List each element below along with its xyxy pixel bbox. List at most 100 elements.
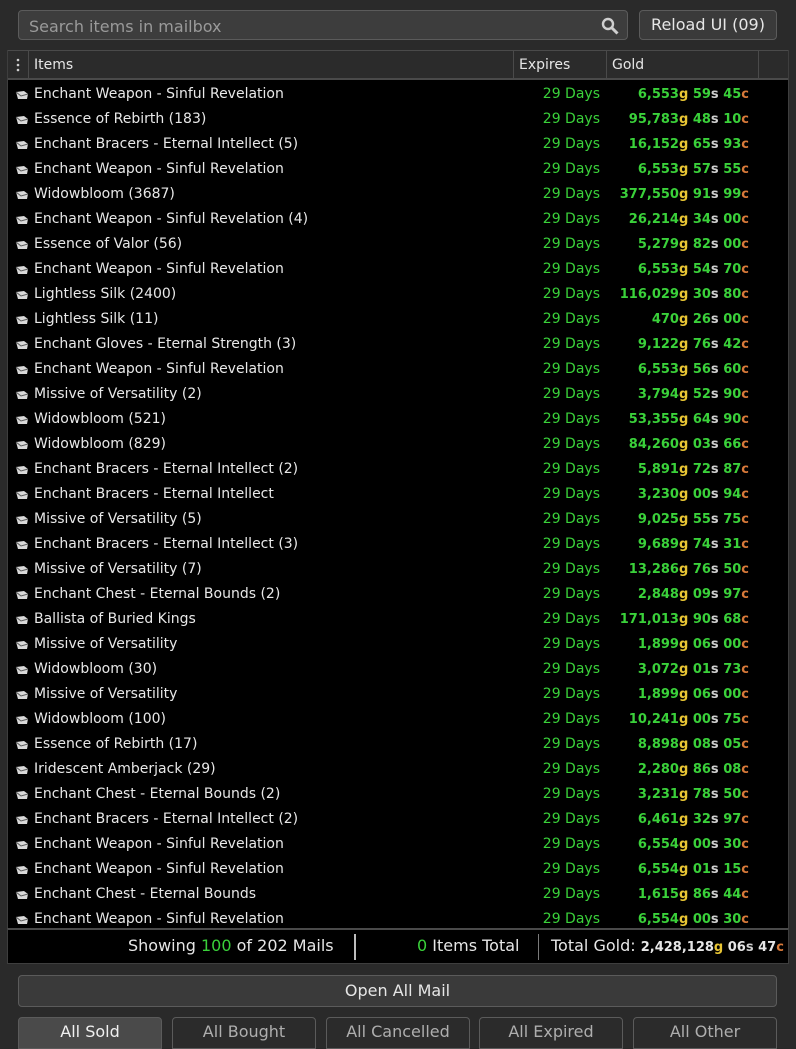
item-rows: Enchant Weapon - Sinful Revelation 29 Day… — [8, 82, 788, 928]
copper-unit: c — [741, 312, 749, 327]
table-row[interactable]: Enchant Weapon - Sinful Revelation 29 Day… — [8, 157, 788, 182]
gold-amount: 6,554 — [637, 837, 679, 852]
silver-amount: 86 — [692, 762, 711, 777]
copper-amount: 80 — [723, 287, 742, 302]
item-gold: 5,279g 82s 00c — [606, 232, 749, 257]
item-expires: 29 Days — [542, 661, 600, 677]
table-row[interactable]: Widowbloom (829) 29 Days 84,260g 03s 66c — [8, 432, 788, 457]
open-all-mail-button[interactable]: Open All Mail — [18, 975, 777, 1007]
gold-unit: g — [678, 162, 689, 177]
copper-unit: c — [741, 737, 749, 752]
item-expires: 29 Days — [542, 486, 600, 502]
showing-suffix: of 202 Mails — [231, 936, 334, 955]
copper-amount: 44 — [723, 887, 742, 902]
table-row[interactable]: Widowbloom (3687) 29 Days 377,550g 91s 99c — [8, 182, 788, 207]
column-header-items[interactable]: Items — [29, 51, 514, 79]
table-row[interactable]: Enchant Bracers - Eternal Intellect (2) 2… — [8, 457, 788, 482]
gold-unit: g — [678, 487, 689, 502]
copper-amount: 99 — [723, 187, 742, 202]
gold-amount: 3,231 — [637, 787, 679, 802]
gold-amount: 9,025 — [637, 512, 679, 527]
search-icon[interactable] — [601, 17, 619, 35]
copper-amount: 66 — [723, 437, 742, 452]
silver-unit: s — [710, 87, 719, 102]
silver-amount: 06 — [692, 687, 711, 702]
copper-unit: c — [741, 662, 749, 677]
tab-all-expired[interactable]: All Expired — [479, 1017, 623, 1049]
copper-unit: c — [741, 537, 749, 552]
table-row[interactable]: Enchant Bracers - Eternal Intellect 29 Da… — [8, 482, 788, 507]
mail-icon — [15, 766, 29, 774]
column-menu-button[interactable] — [8, 51, 29, 79]
table-row[interactable]: Enchant Bracers - Eternal Intellect (3) 2… — [8, 532, 788, 557]
copper-unit: c — [741, 787, 749, 802]
search-input[interactable] — [29, 15, 589, 37]
item-gold: 6,554g 00s 30c — [606, 907, 749, 928]
items-total-count: 0 — [417, 936, 428, 955]
table-row[interactable]: Enchant Weapon - Sinful Revelation 29 Day… — [8, 357, 788, 382]
tab-all-cancelled[interactable]: All Cancelled — [326, 1017, 470, 1049]
table-row[interactable]: Enchant Weapon - Sinful Revelation 29 Day… — [8, 832, 788, 857]
table-row[interactable]: Widowbloom (30) 29 Days 3,072g 01s 73c — [8, 657, 788, 682]
table-row[interactable]: Enchant Chest - Eternal Bounds 29 Days 1,6… — [8, 882, 788, 907]
reload-ui-button[interactable]: Reload UI (09) — [639, 10, 777, 40]
table-row[interactable]: Essence of Rebirth (183) 29 Days 95,783g 4… — [8, 107, 788, 132]
item-gold: 10,241g 00s 75c — [606, 707, 749, 732]
copper-amount: 73 — [723, 662, 742, 677]
copper-amount: 87 — [723, 462, 742, 477]
item-name: Enchant Weapon - Sinful Revelation — [34, 861, 284, 877]
table-row[interactable]: Enchant Weapon - Sinful Revelation 29 Day… — [8, 257, 788, 282]
table-row[interactable]: Iridescent Amberjack (29) 29 Days 2,280g 8… — [8, 757, 788, 782]
silver-amount: 59 — [692, 87, 711, 102]
tab-all-other[interactable]: All Other — [633, 1017, 777, 1049]
item-name: Missive of Versatility — [34, 636, 178, 652]
table-row[interactable]: Widowbloom (100) 29 Days 10,241g 00s 75c — [8, 707, 788, 732]
gold-unit: g — [678, 87, 689, 102]
mail-icon — [15, 866, 29, 874]
item-expires: 29 Days — [542, 586, 600, 602]
table-row[interactable]: Missive of Versatility (2) 29 Days 3,794g … — [8, 382, 788, 407]
silver-unit: s — [710, 162, 719, 177]
table-row[interactable]: Enchant Chest - Eternal Bounds (2) 29 Day… — [8, 582, 788, 607]
tab-all-bought[interactable]: All Bought — [172, 1017, 316, 1049]
silver-amount: 52 — [692, 387, 711, 402]
showing-prefix: Showing — [128, 936, 201, 955]
table-row[interactable]: Essence of Rebirth (17) 29 Days 8,898g 08s… — [8, 732, 788, 757]
copper-amount: 50 — [723, 787, 742, 802]
table-row[interactable]: Enchant Weapon - Sinful Revelation 29 Day… — [8, 82, 788, 107]
gold-amount: 2,280 — [637, 762, 679, 777]
table-row[interactable]: Enchant Bracers - Eternal Intellect (2) 2… — [8, 807, 788, 832]
table-row[interactable]: Enchant Weapon - Sinful Revelation 29 Day… — [8, 857, 788, 882]
item-expires: 29 Days — [542, 761, 600, 777]
silver-amount: 56 — [692, 362, 711, 377]
table-row[interactable]: Missive of Versatility (7) 29 Days 13,286g… — [8, 557, 788, 582]
table-row[interactable]: Enchant Gloves - Eternal Strength (3) 29 … — [8, 332, 788, 357]
table-row[interactable]: Enchant Chest - Eternal Bounds (2) 29 Day… — [8, 782, 788, 807]
table-row[interactable]: Enchant Bracers - Eternal Intellect (5) 2… — [8, 132, 788, 157]
silver-unit: s — [710, 812, 719, 827]
gold-amount: 6,554 — [637, 862, 679, 877]
search-box[interactable] — [18, 10, 628, 40]
table-row[interactable]: Lightless Silk (11) 29 Days 470g 26s 00c — [8, 307, 788, 332]
copper-unit: c — [776, 940, 784, 955]
table-header: Items Expires Gold — [8, 50, 788, 80]
copper-amount: 00 — [723, 637, 742, 652]
divider — [354, 934, 356, 960]
column-header-expires[interactable]: Expires — [514, 51, 607, 79]
copper-amount: 90 — [723, 387, 742, 402]
table-row[interactable]: Missive of Versatility 29 Days 1,899g 06s … — [8, 682, 788, 707]
table-row[interactable]: Widowbloom (521) 29 Days 53,355g 64s 90c — [8, 407, 788, 432]
table-row[interactable]: Lightless Silk (2400) 29 Days 116,029g 30s… — [8, 282, 788, 307]
table-row[interactable]: Essence of Valor (56) 29 Days 5,279g 82s 0… — [8, 232, 788, 257]
column-header-gold[interactable]: Gold — [607, 51, 759, 79]
table-row[interactable]: Enchant Weapon - Sinful Revelation (4) 29… — [8, 207, 788, 232]
silver-amount: 06 — [692, 637, 711, 652]
table-row[interactable]: Enchant Weapon - Sinful Revelation 29 Day… — [8, 907, 788, 928]
tab-all-sold[interactable]: All Sold — [18, 1017, 162, 1049]
table-row[interactable]: Ballista of Buried Kings 29 Days 171,013g … — [8, 607, 788, 632]
mail-icon — [15, 416, 29, 424]
table-row[interactable]: Missive of Versatility (5) 29 Days 9,025g … — [8, 507, 788, 532]
copper-unit: c — [741, 887, 749, 902]
table-row[interactable]: Missive of Versatility 29 Days 1,899g 06s … — [8, 632, 788, 657]
silver-amount: 48 — [692, 112, 711, 127]
